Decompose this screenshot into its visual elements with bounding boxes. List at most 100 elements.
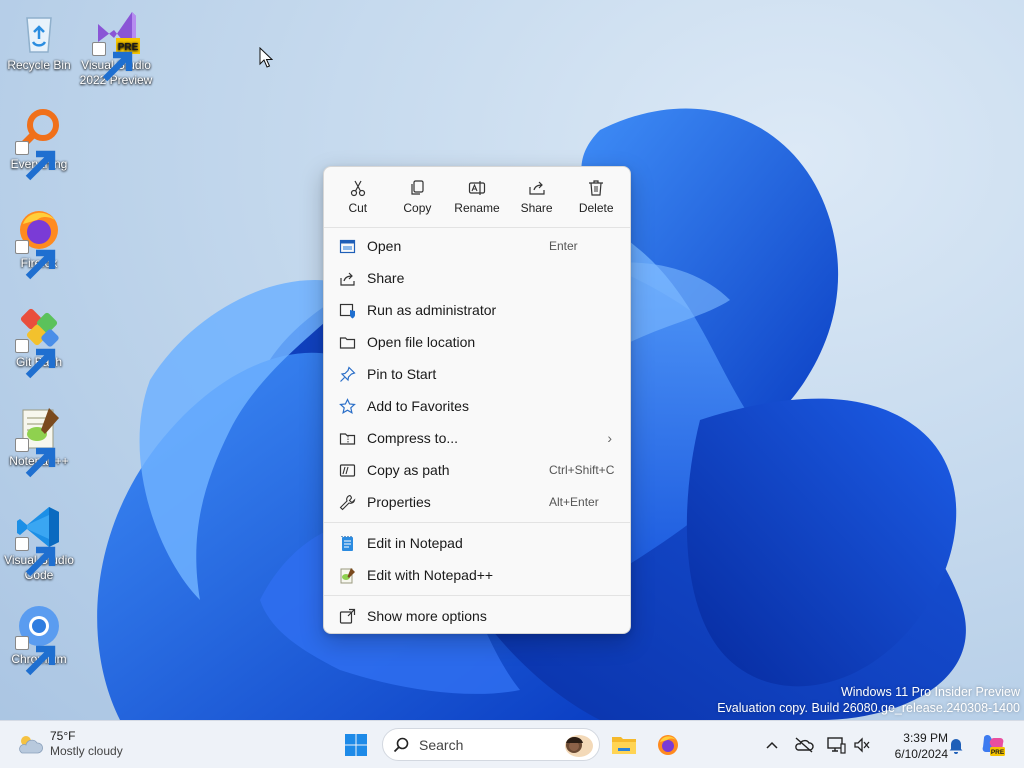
show-hidden-icons-button[interactable] bbox=[762, 735, 782, 755]
onedrive-tray-button[interactable] bbox=[794, 735, 814, 755]
share-label: Share bbox=[520, 201, 553, 215]
firefox-icon bbox=[658, 735, 678, 755]
menu-item-label: Pin to Start bbox=[367, 366, 437, 382]
zip-folder-icon bbox=[339, 432, 355, 445]
clock-time: 3:39 PM bbox=[903, 731, 948, 745]
evaluation-watermark: Windows 11 Pro Insider Preview Evaluatio… bbox=[717, 684, 1020, 716]
shortcut-arrow-icon bbox=[15, 141, 56, 181]
weather-temperature: 75°F bbox=[50, 729, 76, 743]
search-highlight-doodle-icon bbox=[565, 735, 593, 757]
menu-item-shortcut: Enter bbox=[549, 239, 578, 253]
menu-item-pin-to-start[interactable]: Pin to Start bbox=[324, 358, 630, 390]
weather-condition: Mostly cloudy bbox=[50, 744, 123, 758]
menu-item-label: Show more options bbox=[367, 608, 487, 624]
windows-logo-icon bbox=[345, 734, 367, 756]
notepad-icon bbox=[340, 535, 353, 551]
open-window-icon bbox=[339, 239, 355, 253]
desktop-icon-label: Recycle Bin bbox=[7, 58, 71, 72]
taskbar-search-box[interactable]: Search bbox=[382, 728, 600, 761]
cut-button[interactable]: Cut bbox=[328, 175, 388, 225]
star-icon bbox=[338, 397, 356, 414]
show-more-icon bbox=[339, 608, 355, 624]
menu-separator bbox=[324, 227, 630, 228]
menu-item-run-as-administrator[interactable]: Run as administrator bbox=[324, 294, 630, 326]
menu-item-properties[interactable]: Properties Alt+Enter bbox=[324, 486, 630, 518]
mouse-cursor-icon bbox=[259, 47, 273, 68]
watermark-line2: Evaluation copy. Build 26080.ge_release.… bbox=[717, 701, 1020, 715]
menu-item-add-to-favorites[interactable]: Add to Favorites bbox=[324, 390, 630, 422]
network-icon bbox=[827, 737, 846, 754]
taskbar-clock[interactable]: 3:39 PM 6/10/2024 bbox=[876, 730, 948, 762]
desktop-icon-visual-studio-2022-preview[interactable]: PRE Visual Studio 2022 Preview bbox=[77, 8, 155, 88]
cloud-off-icon bbox=[795, 737, 814, 753]
chevron-right-icon: › bbox=[607, 430, 612, 446]
weather-widget[interactable]: 75°F Mostly cloudy bbox=[16, 729, 123, 759]
watermark-line1: Windows 11 Pro Insider Preview bbox=[840, 685, 1020, 699]
rename-button[interactable]: Rename bbox=[447, 175, 507, 225]
start-button[interactable] bbox=[338, 727, 374, 763]
menu-item-label: Add to Favorites bbox=[367, 398, 469, 414]
folder-icon bbox=[339, 336, 355, 349]
context-menu: Cut Copy Rename Share Delete Open Enter … bbox=[323, 166, 631, 634]
file-explorer-button[interactable] bbox=[606, 727, 642, 763]
search-icon bbox=[393, 737, 409, 752]
menu-item-label: Edit with Notepad++ bbox=[367, 567, 494, 583]
taskbar: 75°F Mostly cloudy Search 3:39 PM 6/10/2… bbox=[0, 720, 1024, 768]
desktop-icon-chromium[interactable]: Chromium bbox=[0, 602, 78, 676]
menu-item-edit-in-notepad[interactable]: Edit in Notepad bbox=[324, 527, 630, 559]
rename-icon bbox=[468, 181, 486, 195]
cut-label: Cut bbox=[348, 201, 368, 215]
shortcut-arrow-icon bbox=[15, 537, 56, 577]
menu-item-label: Open file location bbox=[367, 334, 476, 350]
desktop-icon-firefox[interactable]: Firefox bbox=[0, 206, 78, 280]
notepad-plus-plus-icon bbox=[340, 567, 355, 583]
folder-icon bbox=[612, 737, 636, 754]
clock-date: 6/10/2024 bbox=[894, 747, 948, 761]
firefox-taskbar-button[interactable] bbox=[650, 727, 686, 763]
shortcut-arrow-icon bbox=[15, 240, 56, 280]
copilot-button[interactable]: PRE bbox=[980, 732, 1006, 758]
rename-label: Rename bbox=[454, 201, 500, 215]
menu-item-edit-with-notepad-plus-plus[interactable]: Edit with Notepad++ bbox=[324, 559, 630, 591]
notifications-button[interactable] bbox=[946, 735, 966, 755]
wrench-icon bbox=[339, 494, 355, 510]
menu-item-label: Open bbox=[367, 238, 402, 254]
menu-item-label: Run as administrator bbox=[367, 302, 497, 318]
desktop-icon-everything[interactable]: Everything bbox=[0, 107, 78, 181]
copy-path-icon bbox=[339, 463, 355, 477]
network-tray-button[interactable] bbox=[826, 735, 846, 755]
volume-tray-button[interactable] bbox=[852, 735, 872, 755]
desktop-icon-notepad-plus-plus[interactable]: Notepad++ bbox=[0, 404, 78, 478]
chevron-up-icon bbox=[766, 741, 778, 749]
menu-item-share[interactable]: Share bbox=[324, 262, 630, 294]
bell-icon bbox=[949, 739, 963, 754]
menu-item-compress-to[interactable]: Compress to... › bbox=[324, 422, 630, 454]
copy-label: Copy bbox=[403, 201, 432, 215]
menu-separator bbox=[324, 595, 630, 596]
menu-item-show-more-options[interactable]: Show more options bbox=[324, 600, 630, 632]
share-icon bbox=[339, 272, 355, 286]
scissors-icon bbox=[350, 180, 365, 197]
menu-item-label: Share bbox=[367, 270, 405, 286]
menu-item-shortcut: Ctrl+Shift+C bbox=[549, 463, 615, 477]
delete-label: Delete bbox=[578, 201, 614, 215]
shield-admin-icon bbox=[339, 303, 355, 318]
quick-actions-bar: Cut Copy Rename Share Delete bbox=[324, 167, 630, 225]
volume-icon bbox=[854, 737, 870, 753]
desktop-icon-git-bash[interactable]: Git Bash bbox=[0, 305, 78, 379]
menu-item-shortcut: Alt+Enter bbox=[549, 495, 599, 509]
desktop-icon-visual-studio-code[interactable]: Visual Studio Code bbox=[0, 503, 78, 583]
copy-button[interactable]: Copy bbox=[388, 175, 448, 225]
share-icon bbox=[528, 181, 545, 195]
recycle-bin-icon bbox=[26, 17, 52, 53]
shortcut-arrow-icon bbox=[15, 339, 56, 379]
menu-item-copy-as-path[interactable]: Copy as path Ctrl+Shift+C bbox=[324, 454, 630, 486]
shortcut-arrow-icon bbox=[92, 42, 133, 82]
menu-item-open-file-location[interactable]: Open file location bbox=[324, 326, 630, 358]
desktop-icon-recycle-bin[interactable]: Recycle Bin bbox=[0, 8, 78, 73]
share-button[interactable]: Share bbox=[507, 175, 567, 225]
delete-button[interactable]: Delete bbox=[566, 175, 626, 225]
menu-item-open[interactable]: Open Enter bbox=[324, 230, 630, 262]
pin-icon bbox=[339, 365, 356, 382]
cloud-sun-icon bbox=[19, 736, 43, 754]
